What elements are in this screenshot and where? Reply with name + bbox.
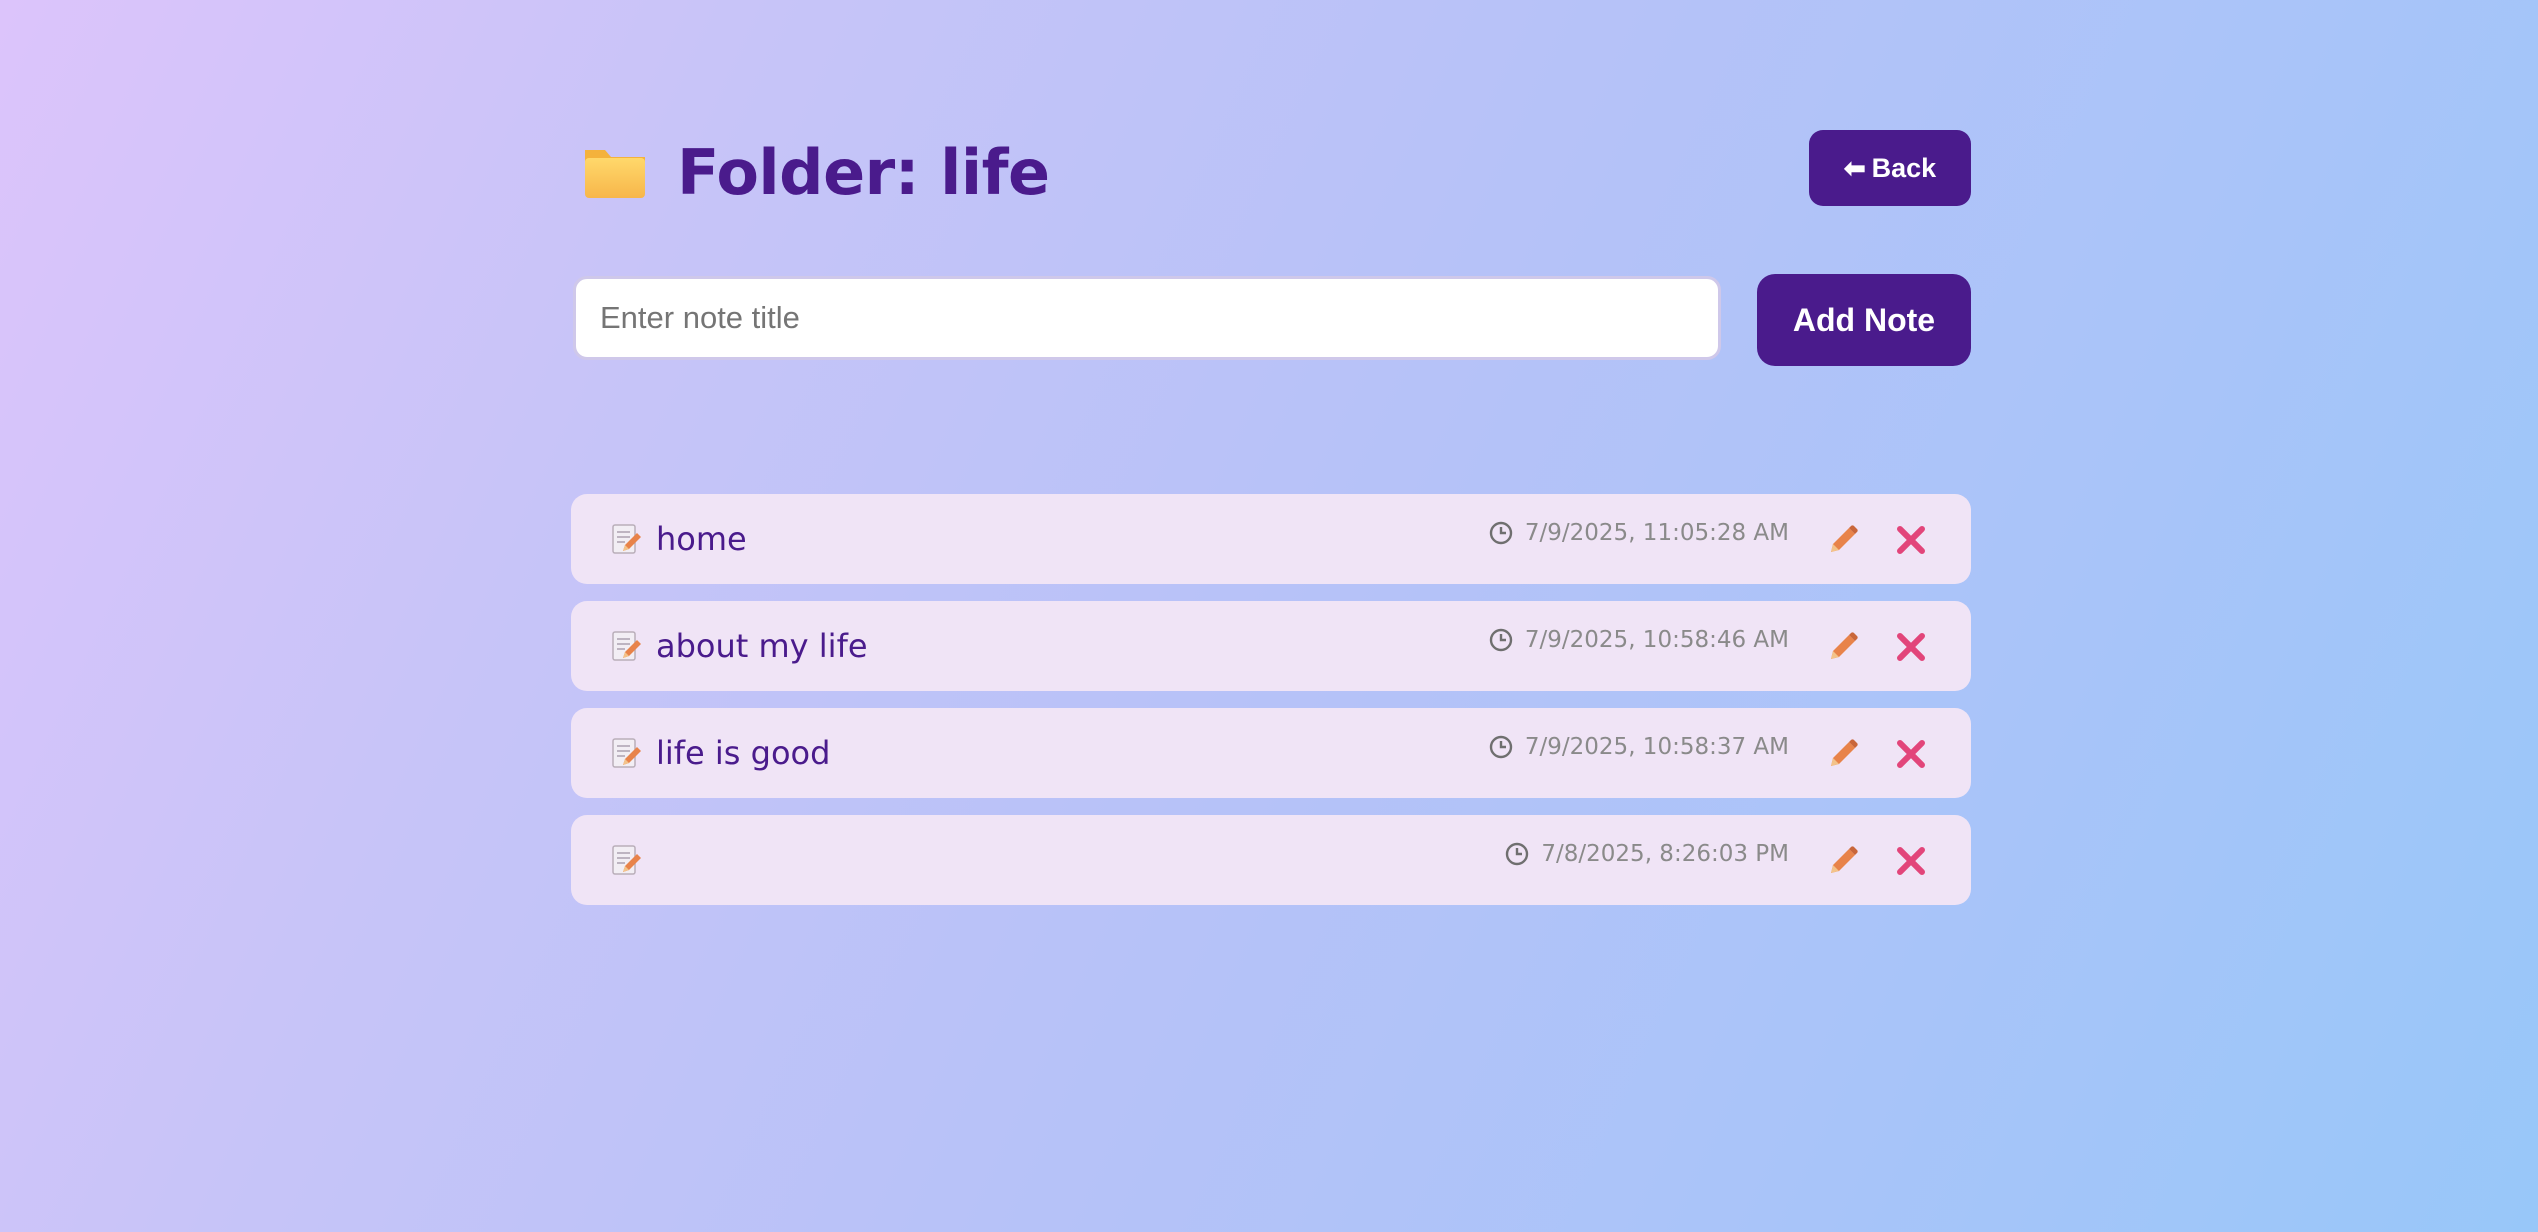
note-title-input[interactable] xyxy=(573,276,1721,360)
page-title: Folder: life xyxy=(677,135,1050,209)
cross-icon xyxy=(1897,847,1925,875)
list-item[interactable]: 7/8/2025, 8:26:03 PM xyxy=(571,815,1971,905)
back-label: Back xyxy=(1871,152,1937,183)
pencil-icon xyxy=(1831,846,1858,873)
timestamp-text: 7/9/2025, 10:58:37 AM xyxy=(1524,734,1789,760)
cross-icon xyxy=(1897,740,1925,768)
delete-note-button[interactable] xyxy=(1893,736,1929,772)
clock-icon xyxy=(1489,735,1513,759)
note-timestamp: 7/8/2025, 8:26:03 PM xyxy=(1505,841,1789,867)
folder-page: Folder: life ⬅ Back Add Note home xyxy=(571,130,1971,922)
add-note-row: Add Note xyxy=(571,274,1971,366)
edit-note-button[interactable] xyxy=(1825,736,1861,772)
note-title: about my life xyxy=(656,627,868,665)
clock-icon xyxy=(1489,628,1513,652)
folder-icon xyxy=(581,138,649,206)
clock-icon xyxy=(1505,842,1529,866)
note-title: life is good xyxy=(656,734,831,772)
list-item[interactable]: life is good 7/9/2025, 10:58:37 AM xyxy=(571,708,1971,798)
cross-icon xyxy=(1897,633,1925,661)
note-timestamp: 7/9/2025, 10:58:46 AM xyxy=(1489,627,1789,653)
pencil-icon xyxy=(1831,632,1858,659)
add-note-button[interactable]: Add Note xyxy=(1757,274,1971,366)
timestamp-text: 7/8/2025, 8:26:03 PM xyxy=(1541,841,1789,867)
list-item[interactable]: home 7/9/2025, 11:05:28 AM xyxy=(571,494,1971,584)
list-item[interactable]: about my life 7/9/2025, 10:58:46 AM xyxy=(571,601,1971,691)
edit-note-button[interactable] xyxy=(1825,843,1861,879)
pencil-icon xyxy=(1831,525,1858,552)
memo-icon xyxy=(611,524,641,556)
pencil-icon xyxy=(1831,739,1858,766)
memo-icon xyxy=(611,845,641,877)
edit-note-button[interactable] xyxy=(1825,522,1861,558)
note-timestamp: 7/9/2025, 10:58:37 AM xyxy=(1489,734,1789,760)
title-wrap: Folder: life xyxy=(581,130,1050,214)
timestamp-text: 7/9/2025, 10:58:46 AM xyxy=(1524,627,1789,653)
delete-note-button[interactable] xyxy=(1893,629,1929,665)
clock-icon xyxy=(1489,521,1513,545)
note-timestamp: 7/9/2025, 11:05:28 AM xyxy=(1489,520,1789,546)
memo-icon xyxy=(611,631,641,663)
timestamp-text: 7/9/2025, 11:05:28 AM xyxy=(1524,520,1789,546)
header: Folder: life ⬅ Back xyxy=(571,130,1971,214)
delete-note-button[interactable] xyxy=(1893,522,1929,558)
back-button[interactable]: ⬅ Back xyxy=(1809,130,1971,206)
cross-icon xyxy=(1897,526,1925,554)
notes-list: home 7/9/2025, 11:05:28 AM about my life… xyxy=(571,494,1971,905)
left-arrow-icon: ⬅ xyxy=(1843,152,1866,183)
note-title: home xyxy=(656,520,747,558)
delete-note-button[interactable] xyxy=(1893,843,1929,879)
memo-icon xyxy=(611,738,641,770)
edit-note-button[interactable] xyxy=(1825,629,1861,665)
